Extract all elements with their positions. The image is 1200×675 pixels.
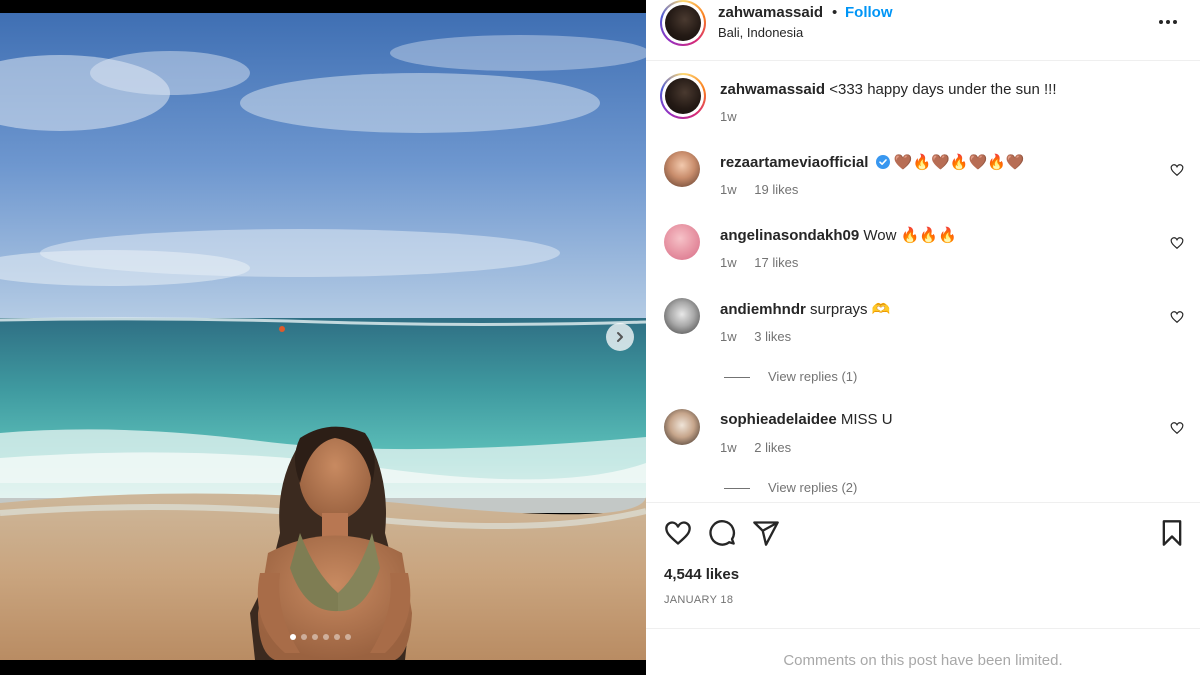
comment-likes[interactable]: 2 likes [754, 440, 791, 455]
carousel-dot [312, 634, 318, 640]
comment-time: 1w [720, 255, 737, 270]
carousel-dot [301, 634, 307, 640]
comment-text: MISS U [840, 411, 893, 428]
media-panel [0, 0, 646, 675]
caption-time: 1w [720, 109, 737, 124]
caption-username[interactable]: zahwamassaid [720, 81, 825, 98]
comment-text: 🤎🔥🤎🔥🤎🔥🤎 [893, 154, 1025, 171]
heart-icon[interactable] [1170, 163, 1184, 177]
comment-time: 1w [720, 440, 737, 455]
comment-text: surprays 🫶 [810, 301, 891, 318]
separator-dot: • [832, 4, 838, 21]
comment-time: 1w [720, 182, 737, 197]
carousel-dot [334, 634, 340, 640]
comment-item: rezaartameviaofficial 🤎🔥🤎🔥🤎🔥🤎 1w 19 like… [646, 151, 1200, 211]
commenter-avatar[interactable] [664, 224, 700, 260]
follow-button[interactable]: Follow [845, 4, 893, 21]
bookmark-icon[interactable] [1158, 519, 1186, 547]
next-slide-button[interactable] [606, 323, 634, 351]
commenter-username[interactable]: rezaartameviaofficial [720, 154, 868, 171]
heart-icon[interactable] [1170, 236, 1184, 250]
carousel-dot [290, 634, 296, 640]
instagram-post-view: zahwamassaid • Follow Bali, Indonesia za… [0, 0, 1200, 675]
comment-item: andiemhndr surprays 🫶 1w 3 likes View re… [646, 298, 1200, 388]
view-replies-label: View replies (2) [768, 480, 858, 495]
caption-row: zahwamassaid <333 happy days under the s… [646, 73, 1200, 133]
post-date[interactable]: JANUARY 18 [664, 594, 733, 606]
heart-icon[interactable] [1170, 310, 1184, 324]
commenter-username[interactable]: andiemhndr [720, 301, 806, 318]
post-details-panel: zahwamassaid • Follow Bali, Indonesia za… [646, 0, 1200, 675]
comments-section[interactable]: zahwamassaid <333 happy days under the s… [646, 61, 1200, 502]
commenter-avatar[interactable] [664, 409, 700, 445]
commenter-username[interactable]: angelinasondakh09 [720, 227, 859, 244]
commenter-avatar[interactable] [664, 298, 700, 334]
post-actions: 4,544 likes JANUARY 18 [646, 502, 1200, 629]
comment-time: 1w [720, 329, 737, 344]
commenter-username[interactable]: sophieadelaidee [720, 411, 837, 428]
post-photo[interactable] [0, 13, 646, 660]
carousel-dot [345, 634, 351, 640]
comment-item: sophieadelaidee MISS U 1w 2 likes View r… [646, 409, 1200, 499]
comment-icon[interactable] [708, 519, 736, 547]
heart-icon[interactable] [664, 519, 692, 547]
carousel-indicator [290, 634, 351, 640]
likes-count[interactable]: 4,544 likes [664, 566, 739, 583]
comment-likes[interactable]: 3 likes [754, 329, 791, 344]
comment-item: angelinasondakh09 Wow 🔥🔥🔥 1w 17 likes [646, 224, 1200, 284]
post-header: zahwamassaid • Follow Bali, Indonesia [646, 0, 1200, 61]
view-replies-button[interactable]: View replies (2) [724, 480, 857, 495]
chevron-right-icon [617, 332, 623, 342]
comment-text: Wow 🔥🔥🔥 [863, 227, 957, 244]
caption-avatar[interactable] [660, 73, 706, 119]
verified-badge-icon [875, 155, 890, 169]
heart-icon[interactable] [1170, 421, 1184, 435]
comment-likes[interactable]: 19 likes [754, 182, 798, 197]
carousel-dot [323, 634, 329, 640]
replies-divider [724, 377, 750, 379]
view-replies-label: View replies (1) [768, 369, 858, 384]
view-replies-button[interactable]: View replies (1) [724, 369, 857, 384]
replies-divider [724, 488, 750, 490]
comments-limited-notice: Comments on this post have been limited. [783, 652, 1063, 669]
author-avatar[interactable] [660, 0, 706, 46]
comment-likes[interactable]: 17 likes [754, 255, 798, 270]
commenter-avatar[interactable] [664, 151, 700, 187]
author-username[interactable]: zahwamassaid [718, 4, 823, 21]
caption-text: <333 happy days under the sun !!! [829, 81, 1057, 98]
share-icon[interactable] [752, 519, 780, 547]
more-options-icon[interactable] [1156, 12, 1180, 32]
post-location[interactable]: Bali, Indonesia [718, 25, 803, 40]
